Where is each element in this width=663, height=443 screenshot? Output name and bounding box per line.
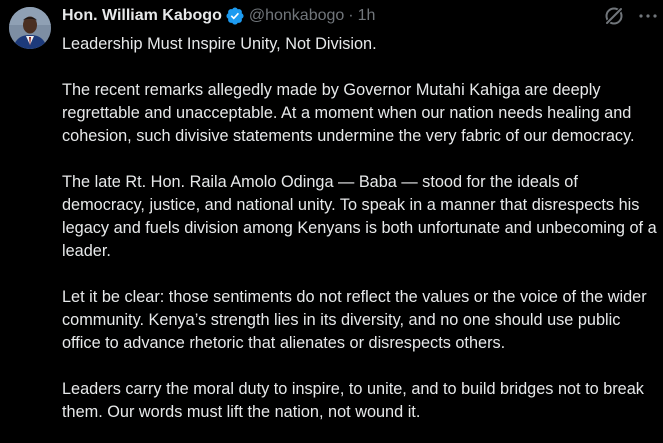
tweet: Hon. William Kabogo @honkabogo · 1h Lead… [0,0,663,443]
tweet-paragraph: Let it be clear: those sentiments do not… [62,288,647,352]
tweet-paragraph: Leaders carry the moral duty to inspire,… [62,380,644,421]
avatar-photo [9,7,51,49]
tweet-text: Leadership Must Inspire Unity, Not Divis… [62,33,660,424]
more-icon[interactable] [636,4,660,28]
display-name[interactable]: Hon. William Kabogo [62,5,222,27]
tweet-paragraph: The late Rt. Hon. Raila Amolo Odinga — B… [62,173,657,260]
grok-icon[interactable] [602,4,626,28]
tweet-paragraph: Leadership Must Inspire Unity, Not Divis… [62,35,377,53]
avatar[interactable] [9,7,51,49]
handle[interactable]: @honkabogo [249,5,344,27]
verified-badge-icon [225,6,245,26]
tweet-header: Hon. William Kabogo @honkabogo · 1h [62,5,375,27]
timestamp[interactable]: 1h [358,5,376,27]
separator-dot: · [348,7,354,24]
tweet-paragraph: The recent remarks allegedly made by Gov… [62,81,635,145]
